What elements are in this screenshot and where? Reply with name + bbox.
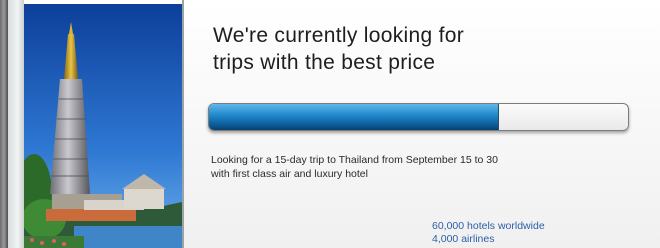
airlines-count: 4,000 airlines (432, 233, 495, 245)
page-title: We're currently looking for trips with t… (213, 22, 543, 76)
destination-photo (24, 4, 182, 248)
title-line-1: We're currently looking for (213, 24, 464, 47)
trip-description: Looking for a 15-day trip to Thailand fr… (211, 153, 631, 181)
window-frame (8, 0, 24, 248)
description-line-1: Looking for a 15-day trip to Thailand fr… (211, 154, 498, 166)
hotels-count: 60,000 hotels worldwide (432, 220, 545, 232)
window-edge (0, 0, 8, 248)
search-progress-bar (208, 103, 629, 131)
coverage-stats: 60,000 hotels worldwide 4,000 airlines (432, 220, 545, 246)
progress-fill (209, 104, 500, 130)
title-line-2: trips with the best price (213, 51, 436, 74)
description-line-2: with first class air and luxury hotel (211, 168, 368, 180)
